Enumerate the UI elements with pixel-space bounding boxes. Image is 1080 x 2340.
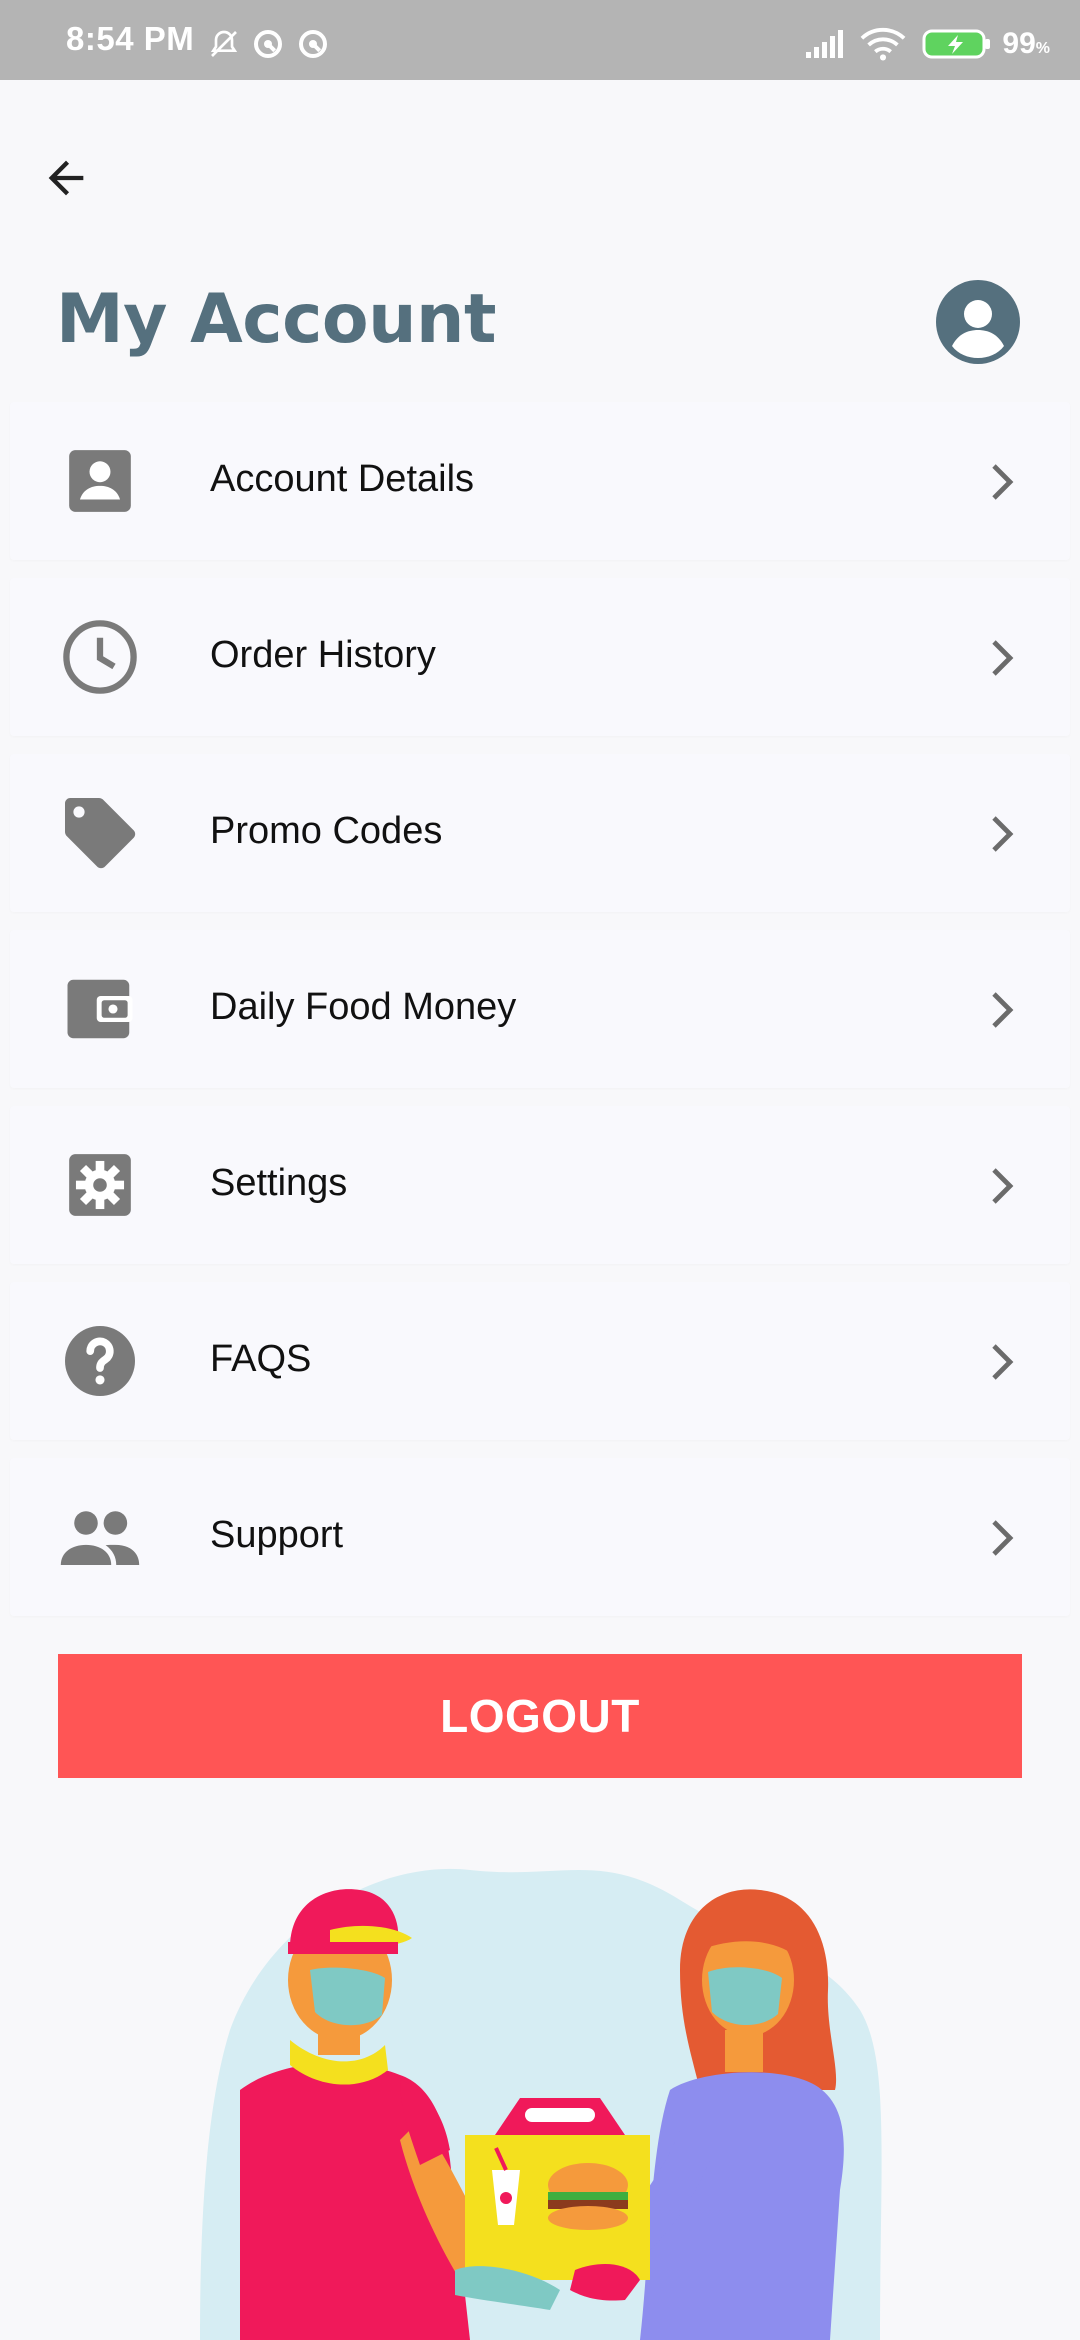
menu-item-label: Support [210,1514,344,1556]
menu-item-account-details[interactable]: Account Details [10,402,1070,560]
clock-icon [58,615,142,699]
app-notification-icon [254,30,283,58]
logout-button[interactable]: LOGOUT [58,1654,1022,1778]
chevron-right-icon [982,1340,1022,1384]
status-notification-icons [208,28,337,64]
arrow-left-icon [48,160,84,196]
help-circle-icon [58,1319,142,1403]
signal-icon [806,30,844,58]
battery-percent: 99% [1002,27,1050,60]
chevron-right-icon [982,1516,1022,1560]
people-icon [58,1495,142,1579]
chevron-right-icon [982,812,1022,856]
chevron-right-icon [982,636,1022,680]
wifi-icon [860,28,906,61]
menu-item-support[interactable]: Support [10,1458,1070,1616]
contact-card-icon [58,439,142,523]
app-notification-icon [298,30,327,58]
profile-avatar-button[interactable] [936,280,1020,364]
menu-item-label: Account Details [210,458,475,500]
menu-item-label: Order History [210,634,436,676]
gear-icon [58,1143,142,1227]
tag-icon [58,791,142,875]
menu-item-label: Daily Food Money [210,986,517,1028]
menu-item-faqs[interactable]: FAQS [10,1282,1070,1440]
wallet-icon [58,967,142,1051]
menu-item-label: Promo Codes [210,810,443,852]
person-circle-icon [952,300,1004,358]
page-title: My Account [56,280,496,359]
menu-item-label: Settings [210,1162,348,1204]
chevron-right-icon [982,460,1022,504]
chevron-right-icon [982,988,1022,1032]
menu-item-label: FAQS [210,1338,312,1380]
battery-charging-icon [922,29,991,59]
menu-item-order-history[interactable]: Order History [10,578,1070,736]
status-time: 8:54 PM [66,20,195,57]
status-system-icons: 99% [804,24,1050,64]
back-button[interactable] [36,148,96,208]
account-menu: Account Details Order History Promo Code… [10,402,1070,1634]
chevron-right-icon [982,1164,1022,1208]
menu-item-daily-food-money[interactable]: Daily Food Money [10,930,1070,1088]
delivery-illustration [0,1830,1080,2340]
menu-item-settings[interactable]: Settings [10,1106,1070,1264]
menu-item-promo-codes[interactable]: Promo Codes [10,754,1070,912]
mute-notification-icon [210,30,238,57]
status-bar: 8:54 PM 99% [0,0,1080,80]
